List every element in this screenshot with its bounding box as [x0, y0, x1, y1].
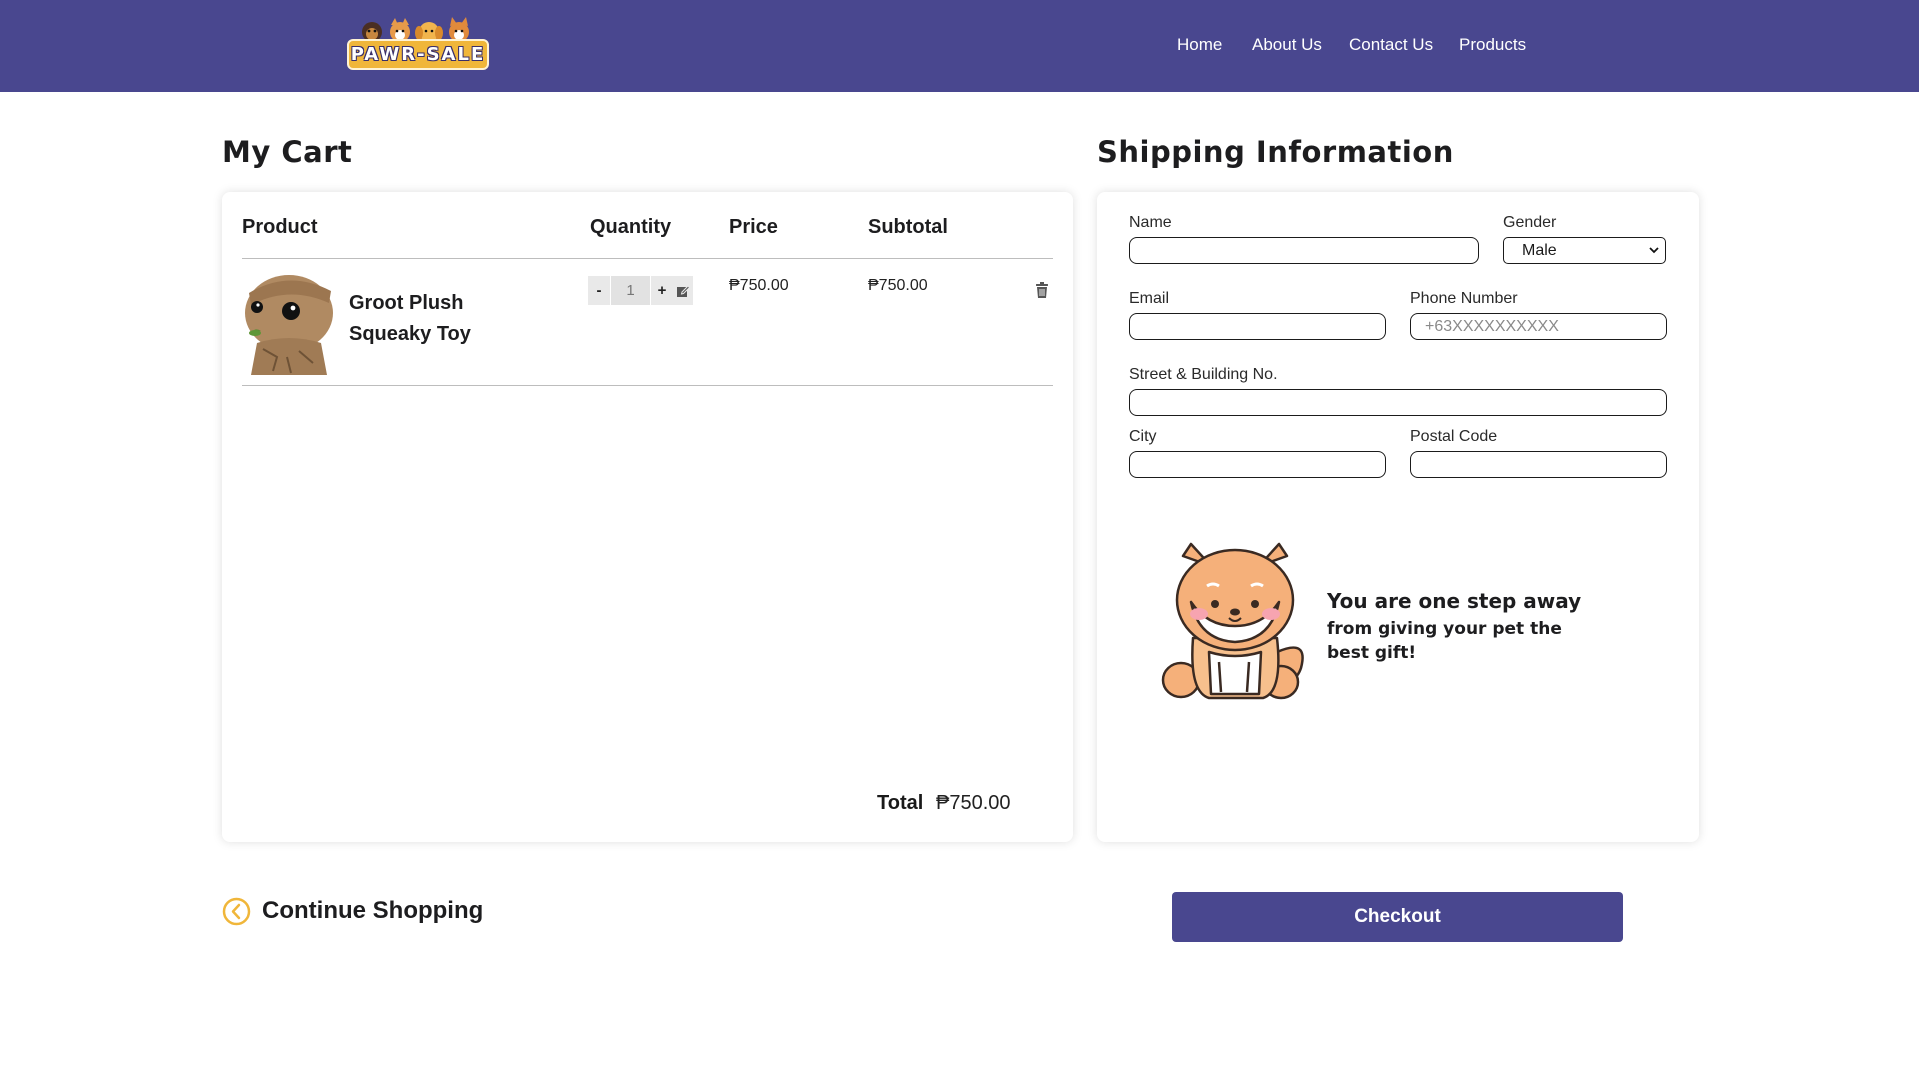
- chevron-left-circle-icon: [222, 897, 251, 925]
- total-value: ₱750.00: [936, 792, 1011, 814]
- city-label: City: [1129, 428, 1157, 445]
- shiba-dog-illustration: [1161, 542, 1304, 700]
- street-label: Street & Building No.: [1129, 366, 1278, 383]
- postal-field[interactable]: [1410, 451, 1667, 478]
- groot-plush-toy-image: [243, 273, 336, 375]
- shipping-card: [1097, 192, 1699, 842]
- nav-products[interactable]: Products: [1459, 35, 1526, 55]
- email-label: Email: [1129, 290, 1170, 307]
- continue-shopping-label: Continue Shopping: [262, 897, 484, 924]
- edit-icon: [677, 284, 690, 297]
- brand-name: PAWR-SALE: [350, 44, 486, 65]
- promo-headline: You are one step away: [1327, 589, 1582, 613]
- shipping-title: Shipping Information: [1097, 135, 1454, 169]
- gender-selected-value: Male: [1522, 241, 1557, 259]
- column-header-product: Product: [242, 216, 318, 238]
- checkout-button[interactable]: Checkout: [1172, 892, 1623, 942]
- city-field[interactable]: [1129, 451, 1386, 478]
- nav-contact-us[interactable]: Contact Us: [1349, 35, 1433, 55]
- cart-title: My Cart: [222, 135, 353, 169]
- trash-icon[interactable]: [1035, 282, 1049, 298]
- edit-quantity-button[interactable]: [673, 276, 693, 305]
- postal-label: Postal Code: [1410, 428, 1498, 445]
- gender-select[interactable]: Male: [1503, 237, 1666, 264]
- table-header-divider: [242, 258, 1053, 259]
- item-price: ₱750.00: [729, 277, 789, 294]
- pawr-sale-logo[interactable]: PAWR-SALE: [345, 17, 491, 73]
- quantity-value[interactable]: 1: [610, 276, 651, 305]
- phone-field[interactable]: [1410, 313, 1667, 340]
- chevron-down-icon: [1649, 247, 1659, 254]
- gender-label: Gender: [1503, 214, 1557, 231]
- name-input[interactable]: [1129, 237, 1479, 264]
- quantity-stepper: - 1 +: [588, 276, 693, 305]
- logo-plate: PAWR-SALE: [347, 39, 489, 70]
- nav-home[interactable]: Home: [1177, 35, 1222, 55]
- row-divider: [242, 385, 1053, 386]
- top-navbar: PAWR-SALE Home About Us Contact Us Produ…: [0, 0, 1919, 92]
- continue-shopping-link[interactable]: Continue Shopping: [222, 896, 483, 926]
- item-subtotal: ₱750.00: [868, 277, 928, 294]
- product-name[interactable]: Groot Plush Squeaky Toy: [349, 288, 549, 350]
- column-header-price: Price: [729, 216, 778, 238]
- column-header-subtotal: Subtotal: [868, 216, 948, 238]
- decrement-button[interactable]: -: [588, 276, 610, 305]
- street-field[interactable]: [1129, 389, 1667, 416]
- name-label: Name: [1129, 214, 1172, 231]
- increment-button[interactable]: +: [651, 276, 673, 305]
- email-field[interactable]: [1129, 313, 1386, 340]
- total-label: Total: [877, 792, 924, 814]
- phone-label: Phone Number: [1410, 290, 1518, 307]
- column-header-quantity: Quantity: [590, 216, 672, 238]
- nav-about-us[interactable]: About Us: [1252, 35, 1322, 55]
- promo-subline: from giving your pet the best gift!: [1327, 619, 1562, 663]
